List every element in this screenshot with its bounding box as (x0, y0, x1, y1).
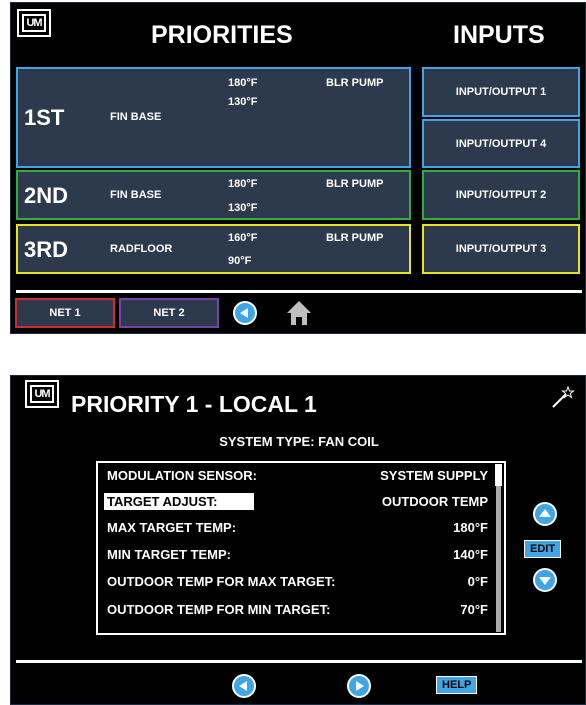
scrollbar-track[interactable] (496, 464, 501, 632)
page-title: PRIORITY 1 - LOCAL 1 (71, 391, 317, 417)
priorities-title: PRIORITIES (151, 21, 293, 49)
setting-label: OUTDOOR TEMP FOR MIN TARGET: (107, 602, 331, 617)
list-item[interactable]: MIN TARGET TEMP: 140°F (104, 544, 488, 566)
priorities-screen: UM PRIORITIES INPUTS 1ST FIN BASE 180°F … (10, 2, 586, 334)
home-button[interactable] (285, 299, 313, 327)
zone-temp-low: 90°F (228, 255, 252, 267)
zone-temp-low: 130°F (228, 96, 258, 108)
list-item[interactable]: OUTDOOR TEMP FOR MAX TARGET: 0°F (104, 571, 488, 593)
edit-button[interactable]: EDIT (524, 540, 562, 558)
setting-label: MODULATION SENSOR: (107, 468, 257, 483)
wizard-button[interactable] (549, 384, 575, 410)
setting-value: SYSTEM SUPPLY (380, 468, 488, 483)
zone-name: RADFLOOR (110, 243, 173, 255)
zone-pump: BLR PUMP (326, 178, 384, 190)
setting-value: 180°F (453, 520, 488, 535)
arrow-right-icon (356, 681, 364, 691)
zone-temp-high: 180°F (228, 77, 258, 89)
settings-list: MODULATION SENSOR: SYSTEM SUPPLY TARGET … (96, 461, 506, 635)
input-output-1-button[interactable]: INPUT/OUTPUT 1 (422, 67, 580, 117)
list-item-selected[interactable]: TARGET ADJUST: OUTDOOR TEMP (104, 491, 488, 513)
zone-rank: 3RD (24, 237, 69, 262)
logo-text: UM (30, 385, 54, 403)
arrow-down-icon (539, 577, 551, 585)
priority-1st-zone[interactable]: 1ST FIN BASE 180°F 130°F BLR PUMP (16, 67, 411, 168)
setting-label: OUTDOOR TEMP FOR MAX TARGET: (107, 574, 336, 589)
next-button[interactable] (347, 674, 371, 698)
input-output-2-button[interactable]: INPUT/OUTPUT 2 (422, 170, 580, 220)
zone-temp-high: 160°F (228, 232, 258, 244)
setting-label: MIN TARGET TEMP: (107, 547, 231, 562)
input-output-3-button[interactable]: INPUT/OUTPUT 3 (422, 224, 580, 274)
zone-temp-high: 180°F (228, 178, 258, 190)
zone-name: FIN BASE (110, 189, 162, 201)
priority-detail-screen: UM PRIORITY 1 - LOCAL 1 SYSTEM TYPE: FAN… (10, 375, 586, 705)
net-1-tab[interactable]: NET 1 (15, 298, 115, 328)
zone-name: FIN BASE (110, 111, 162, 123)
help-button[interactable]: HELP (436, 676, 478, 694)
setting-label: TARGET ADJUST: (104, 493, 254, 510)
arrow-up-icon (539, 509, 551, 517)
home-icon (287, 301, 311, 325)
system-type-label: SYSTEM TYPE: FAN COIL (219, 434, 379, 449)
um-logo: UM (25, 380, 59, 408)
zone-pump: BLR PUMP (326, 77, 384, 89)
net-2-tab[interactable]: NET 2 (119, 298, 219, 328)
inputs-title: INPUTS (453, 21, 545, 49)
setting-value: 0°F (467, 574, 488, 589)
setting-value: 140°F (453, 547, 488, 562)
scroll-down-button[interactable] (533, 568, 557, 592)
input-output-4-button[interactable]: INPUT/OUTPUT 4 (422, 119, 580, 168)
priority-2nd-zone[interactable]: 2ND FIN BASE 180°F 130°F BLR PUMP (16, 170, 411, 220)
setting-label: MAX TARGET TEMP: (107, 520, 237, 535)
setting-value: OUTDOOR TEMP (381, 494, 488, 509)
priority-3rd-zone[interactable]: 3RD RADFLOOR 160°F 90°F BLR PUMP (16, 224, 411, 274)
list-item[interactable]: MAX TARGET TEMP: 180°F (104, 517, 488, 539)
zone-temp-low: 130°F (228, 202, 258, 214)
previous-button[interactable] (232, 674, 256, 698)
zone-rank: 2ND (24, 183, 69, 208)
list-item[interactable]: OUTDOOR TEMP FOR MIN TARGET: 70°F (104, 599, 488, 621)
back-button[interactable] (233, 301, 257, 325)
magic-wand-icon (552, 385, 575, 408)
zone-pump: BLR PUMP (326, 232, 384, 244)
scroll-up-button[interactable] (533, 502, 557, 526)
footer-divider (16, 660, 582, 663)
footer-divider (16, 290, 582, 293)
zone-rank: 1ST (24, 105, 65, 130)
setting-value: 70°F (460, 602, 488, 617)
list-item[interactable]: MODULATION SENSOR: SYSTEM SUPPLY (104, 465, 488, 487)
logo-text: UM (22, 14, 46, 32)
arrow-left-icon (239, 681, 247, 691)
um-logo: UM (17, 9, 51, 37)
arrow-left-icon (240, 308, 248, 318)
scrollbar-thumb[interactable] (495, 464, 502, 486)
